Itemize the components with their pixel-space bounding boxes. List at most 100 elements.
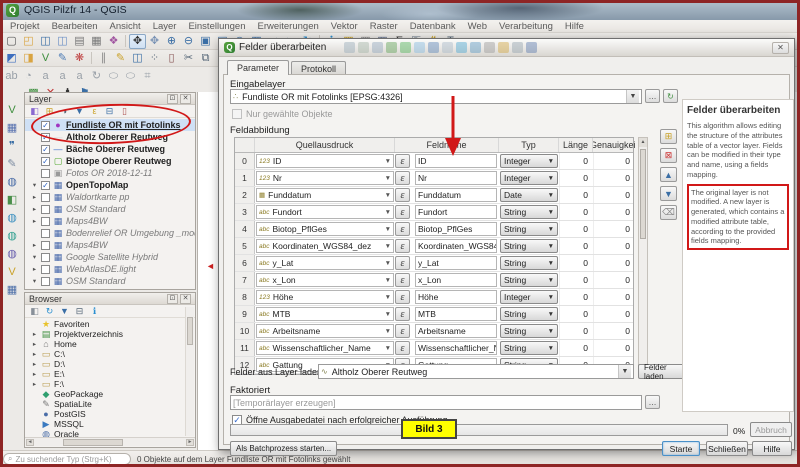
zoom-native-icon[interactable]: ▣ [197, 34, 214, 49]
layer-item[interactable]: ● Fundliste OR mit Fotolinks [25, 119, 195, 131]
highlight-labels-icon[interactable]: a [54, 69, 71, 84]
layer-item[interactable]: ▦ Maps4BW [25, 239, 195, 251]
batch-process-button[interactable]: Als Batchprozess starten... [230, 441, 337, 456]
expression-builder-button[interactable]: ε [395, 239, 410, 253]
expander-icon[interactable] [31, 217, 38, 225]
add-wms-layer-icon[interactable]: ◨ [20, 51, 37, 66]
expander-icon[interactable] [31, 360, 38, 368]
expander-icon[interactable] [31, 277, 38, 285]
tab-protokoll[interactable]: Protokoll [291, 61, 346, 75]
field-precision-value[interactable]: 0 [593, 153, 635, 169]
field-precision-value[interactable]: 0 [593, 340, 635, 356]
field-type-combobox[interactable]: Date▼ [500, 188, 558, 202]
field-type-combobox[interactable]: String▼ [500, 205, 558, 219]
expander-icon[interactable] [31, 340, 38, 348]
properties-icon[interactable]: ℹ [88, 305, 101, 317]
field-precision-value[interactable]: 0 [593, 170, 635, 186]
menu-item[interactable]: Raster [364, 20, 404, 33]
layer-item[interactable]: ▦ OSM Standard [25, 203, 195, 215]
field-length-value[interactable]: 0 [559, 289, 593, 305]
field-precision-value[interactable]: 0 [593, 204, 635, 220]
field-name-input[interactable]: Nr [415, 171, 497, 185]
filter-browser-icon[interactable]: ▼ [58, 305, 71, 317]
expression-builder-button[interactable]: ε [395, 290, 410, 304]
layer-labeling-icon[interactable]: ab [3, 69, 20, 84]
expression-builder-button[interactable]: ε [395, 273, 410, 287]
field-precision-value[interactable]: 0 [593, 187, 635, 203]
field-length-value[interactable]: 0 [559, 340, 593, 356]
expander-icon[interactable] [31, 241, 38, 249]
menu-item[interactable]: Hilfe [559, 20, 590, 33]
field-length-value[interactable]: 0 [559, 153, 593, 169]
field-length-value[interactable]: 0 [559, 221, 593, 237]
field-length-value[interactable]: 0 [559, 306, 593, 322]
browser-item[interactable]: ✎ SpatiaLite [25, 399, 195, 409]
field-type-combobox[interactable]: String▼ [500, 222, 558, 236]
field-type-combobox[interactable]: String▼ [500, 341, 558, 355]
style-manager-icon[interactable]: ❖ [105, 34, 122, 49]
close-panel-icon[interactable]: ✕ [180, 294, 191, 304]
expression-builder-button[interactable]: ε [395, 307, 410, 321]
browser-item[interactable]: ⌂ Home [25, 339, 195, 349]
iterate-layer-button[interactable]: ↻ [663, 89, 678, 103]
zoom-out-icon[interactable]: ⊖ [180, 34, 197, 49]
field-precision-value[interactable]: 0 [593, 306, 635, 322]
layer-item[interactable]: ▦ OSM Standard [25, 275, 195, 287]
expander-icon[interactable] [31, 380, 38, 388]
field-name-input[interactable]: MTB [415, 307, 497, 321]
browse-output-button[interactable]: … [645, 395, 660, 409]
filter-expression-icon[interactable]: ε [88, 105, 101, 117]
add-selected-layers-icon[interactable]: ◧ [28, 305, 41, 317]
diagram-options-icon[interactable]: ⬭ [122, 69, 139, 84]
scroll-thumb[interactable] [63, 439, 123, 446]
delete-selected-icon[interactable]: ▯ [163, 51, 180, 66]
layer-checkbox[interactable] [41, 241, 50, 250]
zoom-in-icon[interactable]: ⊕ [163, 34, 180, 49]
field-name-input[interactable]: Fundort [415, 205, 497, 219]
browser-item[interactable]: ▭ F:\ [25, 379, 195, 389]
cancel-button[interactable]: Abbruch [750, 422, 792, 437]
menu-item[interactable]: Projekt [4, 20, 46, 33]
field-type-combobox[interactable]: String▼ [500, 256, 558, 270]
cut-features-icon[interactable]: ✂ [180, 51, 197, 66]
table-vscrollbar[interactable]: ▲ ▼ [638, 137, 648, 374]
layer-item[interactable]: ▦ Google Satellite Hybrid [25, 251, 195, 263]
source-expression-combobox[interactable]: 123 ID ▼ [256, 154, 394, 168]
browser-item[interactable]: ◍ Oracle [25, 429, 195, 437]
layer-item[interactable]: — Bäche Oberer Reutweg [25, 143, 195, 155]
field-type-combobox[interactable]: Integer▼ [500, 154, 558, 168]
field-name-input[interactable]: Höhe [415, 290, 497, 304]
layer-checkbox[interactable] [41, 121, 50, 130]
layer-checkbox[interactable] [41, 169, 50, 178]
expander-icon[interactable] [31, 253, 38, 261]
browser-hscrollbar[interactable]: ◄ ► [25, 437, 195, 446]
field-precision-value[interactable]: 0 [593, 238, 635, 254]
toolbar-icon[interactable] [122, 34, 129, 49]
field-length-value[interactable]: 0 [559, 323, 593, 339]
source-expression-combobox[interactable]: abc Biotop_PflGes ▼ [256, 222, 394, 236]
field-name-input[interactable]: Funddatum [415, 188, 497, 202]
source-expression-combobox[interactable]: abc x_Lon ▼ [256, 273, 394, 287]
menu-item[interactable]: Verarbeitung [493, 20, 559, 33]
field-name-input[interactable]: ID [415, 154, 497, 168]
save-project-icon[interactable]: ◫ [37, 34, 54, 49]
layer-item[interactable]: — Altholz Oberer Reutweg [25, 131, 195, 143]
add-delimited-text-icon[interactable]: ❞ [3, 138, 21, 155]
pan-to-selection-icon[interactable]: ✥ [146, 34, 163, 49]
add-wms-icon[interactable]: ◍ [3, 210, 21, 227]
layer-checkbox[interactable] [41, 229, 50, 238]
expression-builder-button[interactable]: ε [395, 188, 410, 202]
field-type-combobox[interactable]: String▼ [500, 273, 558, 287]
layer-diagram-icon[interactable]: ◔ [20, 69, 37, 84]
field-precision-value[interactable]: 0 [593, 272, 635, 288]
open-project-icon[interactable]: ◰ [20, 34, 37, 49]
input-layer-combobox[interactable]: ∴ Fundliste OR mit Fotolinks [EPSG:4326]… [230, 89, 642, 104]
menu-item[interactable]: Bearbeiten [46, 20, 104, 33]
layer-item[interactable]: ▦ Waldortkarte pp [25, 191, 195, 203]
expander-icon[interactable] [31, 205, 38, 213]
expression-builder-button[interactable]: ε [395, 205, 410, 219]
move-field-up-icon[interactable]: ▲ [660, 167, 677, 182]
layer-checkbox[interactable] [41, 217, 50, 226]
add-raster-layer-icon[interactable]: ▦ [3, 120, 21, 137]
layer-checkbox[interactable] [41, 205, 50, 214]
